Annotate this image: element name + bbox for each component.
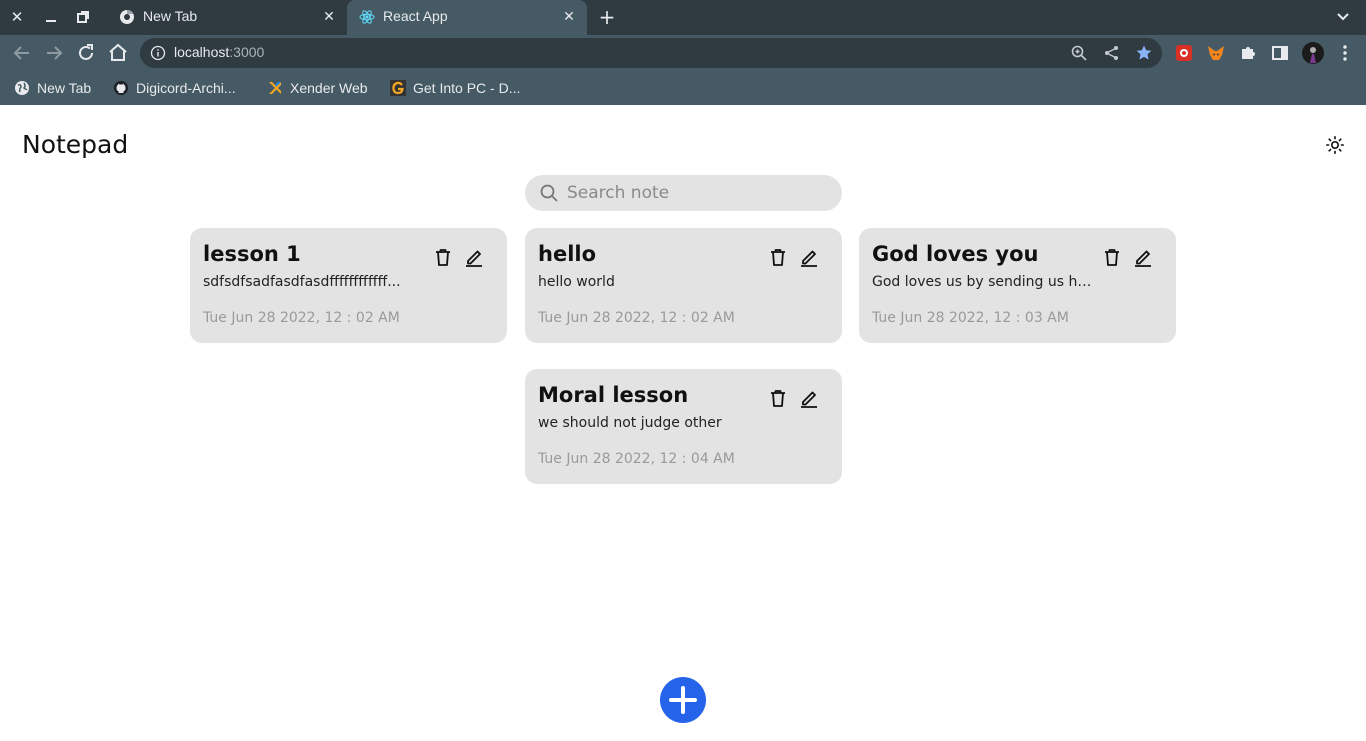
chrome-icon [120, 9, 134, 24]
search-bar [525, 175, 842, 211]
getintopc-icon [390, 80, 406, 96]
bookmark-label: Get Into PC - D... [413, 80, 521, 96]
tab-react-app[interactable]: React App ✕ [347, 0, 587, 35]
url-host: localhost [174, 44, 230, 60]
note-title: Moral lesson [538, 383, 689, 407]
forward-arrow-icon[interactable] [42, 41, 66, 65]
puzzle-extensions-icon[interactable] [1238, 43, 1258, 63]
trash-icon[interactable] [767, 246, 789, 268]
chevron-down-icon[interactable] [1334, 8, 1352, 26]
pencil-edit-icon[interactable] [463, 246, 485, 268]
add-note-button[interactable] [660, 677, 706, 723]
side-panel-icon[interactable] [1270, 43, 1290, 63]
note-title: lesson 1 [203, 242, 301, 266]
globe-icon [15, 81, 29, 95]
tab-new-tab[interactable]: New Tab ✕ [107, 0, 347, 35]
trash-icon[interactable] [432, 246, 454, 268]
pencil-edit-icon[interactable] [798, 387, 820, 409]
pencil-edit-icon[interactable] [798, 246, 820, 268]
note-card[interactable]: hello hello world Tue Jun 28 2022, 12 : … [525, 228, 842, 343]
github-icon [114, 81, 128, 95]
kebab-menu-icon[interactable] [1335, 43, 1355, 63]
note-body: God loves us by sending us hi... [872, 274, 1092, 290]
note-card[interactable]: God loves you God loves us by sending us… [859, 228, 1176, 343]
note-title: God loves you [872, 242, 1039, 266]
address-bar[interactable]: localhost:3000 [140, 38, 1162, 68]
tab-close-icon[interactable]: ✕ [319, 7, 339, 27]
trash-icon[interactable] [1101, 246, 1123, 268]
browser-tab-strip: ✕ New Tab ✕ React App ✕ + [0, 0, 1366, 35]
search-input[interactable] [567, 179, 827, 207]
bookmark-digicord[interactable]: Digicord-Archi... [113, 77, 236, 99]
bookmark-label: Xender Web [290, 80, 368, 96]
note-date: Tue Jun 28 2022, 12 : 04 AM [538, 451, 735, 467]
window-minimize-icon[interactable] [40, 6, 62, 28]
page-title: Notepad [22, 130, 129, 159]
window-close-icon[interactable]: ✕ [6, 6, 28, 28]
plus-icon [669, 686, 697, 714]
search-icon [540, 184, 558, 202]
home-icon[interactable] [106, 41, 130, 65]
sun-theme-toggle-icon[interactable] [1325, 135, 1345, 155]
bookmark-new-tab[interactable]: New Tab [14, 77, 91, 99]
reload-icon[interactable] [74, 41, 98, 65]
note-body: sdfsdfsadfasdfasdffffffffffff... [203, 274, 401, 290]
bookmark-label: New Tab [37, 80, 92, 96]
info-icon[interactable] [150, 45, 166, 61]
xender-icon [269, 82, 281, 94]
note-body: we should not judge other [538, 415, 722, 431]
tab-label: New Tab [143, 8, 198, 24]
bookmark-get-into-pc[interactable]: Get Into PC - D... [390, 77, 520, 99]
pencil-edit-icon[interactable] [1132, 246, 1154, 268]
note-date: Tue Jun 28 2022, 12 : 02 AM [203, 310, 400, 326]
bookmark-label: Digicord-Archi... [136, 80, 236, 96]
new-tab-plus-icon[interactable]: + [596, 6, 618, 28]
extension-fox-icon[interactable] [1174, 43, 1194, 63]
notepad-app: Notepad lesson 1 sdfsdfsadfasdfasdffffff… [0, 105, 1366, 741]
share-icon[interactable] [1103, 44, 1121, 62]
note-date: Tue Jun 28 2022, 12 : 03 AM [872, 310, 1069, 326]
note-card[interactable]: lesson 1 sdfsdfsadfasdfasdffffffffffff..… [190, 228, 507, 343]
note-title: hello [538, 242, 597, 266]
note-date: Tue Jun 28 2022, 12 : 02 AM [538, 310, 735, 326]
profile-avatar[interactable] [1301, 41, 1325, 65]
browser-toolbar: localhost:3000 [0, 35, 1366, 71]
window-restore-icon[interactable] [72, 6, 94, 28]
tab-close-icon[interactable]: ✕ [559, 7, 579, 27]
react-icon [359, 10, 375, 24]
metamask-icon[interactable] [1206, 43, 1226, 63]
note-card[interactable]: Moral lesson we should not judge other T… [525, 369, 842, 484]
url-text: localhost:3000 [174, 44, 264, 60]
back-arrow-icon[interactable] [10, 41, 34, 65]
trash-icon[interactable] [767, 387, 789, 409]
bookmarks-bar: New Tab Digicord-Archi... Xender Web Get… [0, 71, 1366, 105]
star-bookmark-icon[interactable] [1135, 44, 1153, 62]
tab-label: React App [383, 8, 448, 24]
note-body: hello world [538, 274, 615, 290]
zoom-icon[interactable] [1070, 44, 1088, 62]
url-port: :3000 [229, 44, 265, 60]
bookmark-xender-web[interactable]: Xender Web [267, 77, 368, 99]
